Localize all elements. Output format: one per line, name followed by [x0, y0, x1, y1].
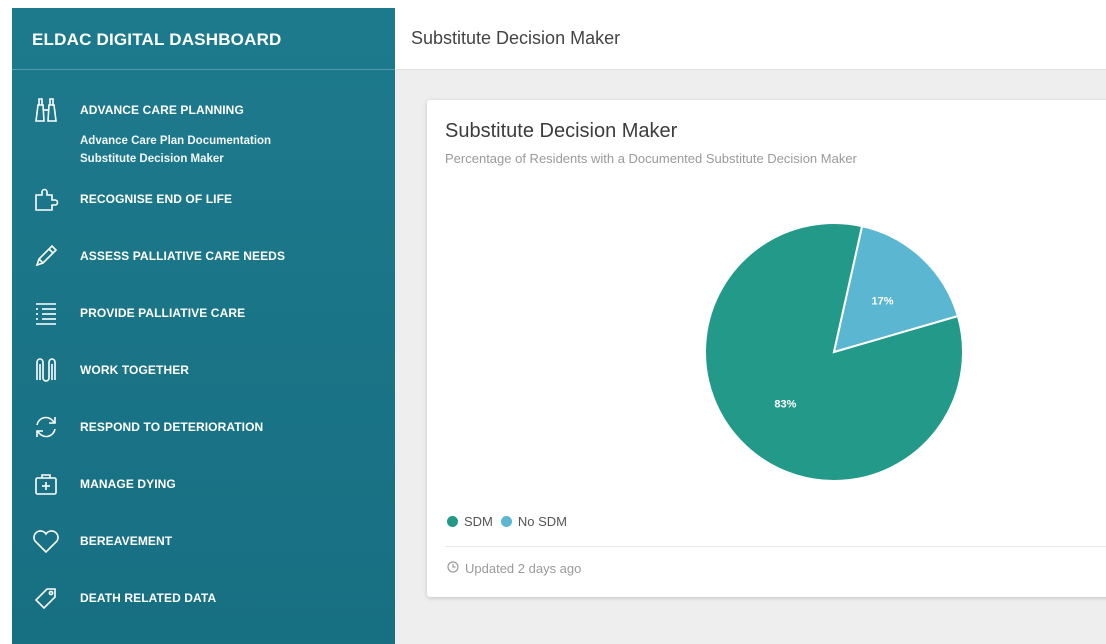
linked-shapes-icon: [30, 354, 62, 386]
sidebar-item-label: BEREAVEMENT: [80, 533, 173, 548]
sidebar-item-label: WORK TOGETHER: [80, 362, 190, 377]
sidebar-item-label: RESPOND TO DETERIORATION: [80, 419, 264, 434]
sidebar: ELDAC DIGITAL DASHBOARD ADVANCE CARE PLA…: [12, 8, 395, 644]
sidebar-subitem-acp-documentation[interactable]: Advance Care Plan Documentation: [80, 132, 395, 150]
legend-swatch-sdm: [447, 516, 458, 527]
checklist-icon: [30, 297, 62, 329]
sidebar-item-manage-dying[interactable]: MANAGE DYING: [12, 455, 395, 512]
sidebar-item-label: MANAGE DYING: [80, 476, 176, 491]
refresh-icon: [30, 411, 62, 443]
sidebar-item-label: ADVANCE CARE PLANNING: [80, 103, 244, 117]
legend-swatch-no-sdm: [500, 516, 512, 527]
pie-data-label-sdm: 83%: [774, 399, 796, 411]
sidebar-item-label: ASSESS PALLIATIVE CARE NEEDS: [80, 248, 286, 263]
card-footer-divider: [445, 546, 1106, 547]
chart-card: Substitute Decision Maker Percentage of …: [427, 100, 1106, 597]
sidebar-item-bereavement[interactable]: BEREAVEMENT: [12, 512, 395, 569]
sidebar-item-work-together[interactable]: WORK TOGETHER: [12, 341, 395, 398]
sidebar-item-advance-care-planning[interactable]: ADVANCE CARE PLANNING: [12, 88, 395, 132]
clock-icon: [447, 561, 459, 576]
card-footer: Updated 2 days ago: [447, 561, 581, 576]
sidebar-item-label: RECOGNISE END OF LIFE: [80, 191, 233, 206]
puzzle-icon: [30, 183, 62, 215]
legend-label-sdm: SDM: [464, 514, 493, 529]
pie-data-label-no-sdm: 17%: [872, 295, 894, 307]
heart-icon: [30, 525, 62, 557]
sidebar-item-recognise-end-of-life[interactable]: RECOGNISE END OF LIFE: [12, 170, 395, 227]
sidebar-subitem-substitute-decision-maker[interactable]: Substitute Decision Maker: [80, 150, 395, 168]
sidebar-item-label: PROVIDE PALLIATIVE CARE: [80, 305, 246, 320]
sidebar-item-provide-palliative-care[interactable]: PROVIDE PALLIATIVE CARE: [12, 284, 395, 341]
sidebar-item-respond-to-deterioration[interactable]: RESPOND TO DETERIORATION: [12, 398, 395, 455]
legend-label-no-sdm: No SDM: [517, 514, 568, 529]
sidebar-item-assess-palliative-care-needs[interactable]: ASSESS PALLIATIVE CARE NEEDS: [12, 227, 395, 284]
chart-legend: SDM No SDM: [447, 514, 575, 529]
medical-kit-icon: [30, 468, 62, 500]
main-content: Substitute Decision Maker Substitute Dec…: [395, 8, 1106, 644]
updated-text: Updated 2 days ago: [465, 561, 582, 576]
sidebar-subnav: Advance Care Plan Documentation Substitu…: [12, 132, 395, 168]
tag-icon: [30, 582, 62, 614]
pencil-icon: [30, 240, 62, 272]
app-frame: ELDAC DIGITAL DASHBOARD ADVANCE CARE PLA…: [12, 8, 1106, 644]
pie-chart: 83% 17%: [704, 222, 964, 482]
brand-title: ELDAC DIGITAL DASHBOARD: [12, 8, 395, 70]
sidebar-item-label: DEATH RELATED DATA: [80, 590, 217, 605]
legend-item-no-sdm[interactable]: No SDM: [500, 514, 568, 529]
sidebar-item-death-related-data[interactable]: DEATH RELATED DATA: [12, 569, 395, 626]
sidebar-nav: ADVANCE CARE PLANNING Advance Care Plan …: [12, 70, 395, 626]
binoculars-icon: [30, 94, 62, 126]
legend-item-sdm[interactable]: SDM: [447, 514, 493, 529]
page-title: Substitute Decision Maker: [395, 8, 1106, 70]
